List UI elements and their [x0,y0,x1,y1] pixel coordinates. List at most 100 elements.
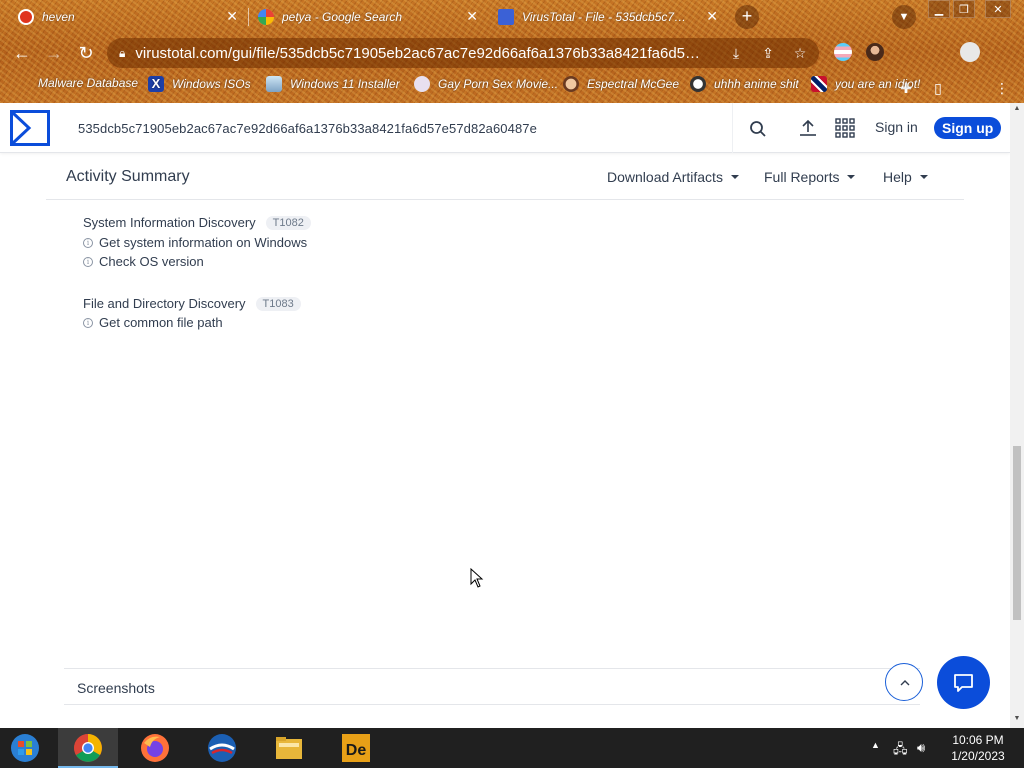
bookmark-malware-database[interactable]: Malware Database [38,76,138,90]
install-app-icon[interactable]: ⤓ [727,44,745,62]
share-icon[interactable]: ⇪ [759,44,777,62]
x-logo-icon: X [148,76,164,92]
screenshots-section[interactable]: Screenshots [64,668,920,705]
page-scrollbar[interactable]: ▲ ▼ [1010,103,1024,728]
caret-down-icon [730,175,739,179]
window-close-button[interactable]: ✕ [985,0,1011,18]
technique-heading: System Information Discovery T1082 [83,214,311,230]
network-icon[interactable]: 🖧 [893,740,908,762]
apps-grid-icon[interactable] [835,118,855,138]
red-app-icon [18,9,34,25]
webpage: 535dcb5c71905eb2ac67ac7e92d66af6a1376b33… [0,103,1010,728]
de-app-icon: De [342,734,370,762]
taskbar-file-explorer[interactable] [259,728,319,768]
reload-button[interactable]: ↻ [74,41,98,65]
tray-chevron-up-icon[interactable]: ▲ [871,740,880,750]
technique-name: System Information Discovery [83,215,256,231]
tab-divider [248,8,249,26]
address-bar[interactable]: 🔒︎ virustotal.com/gui/file/535dcb5c71905… [107,38,819,68]
extension-flag-icon[interactable] [834,43,852,61]
info-icon[interactable]: i [83,237,93,248]
section-title: Activity Summary [66,168,190,185]
bookmark-anime[interactable]: uhhh anime shit [690,76,799,92]
behavior-text: Check OS version [99,254,204,269]
restore-button[interactable]: ❐ [953,0,975,18]
taskbar-chrome[interactable] [58,728,118,768]
search-value: 535dcb5c71905eb2ac67ac7e92d66af6a1376b33… [78,120,537,136]
browser-chrome: heven ✕ petya - Google Search ✕ VirusTot… [0,0,1024,103]
scrollbar-thumb[interactable] [1013,446,1021,620]
back-button[interactable]: ← [10,41,34,65]
minimize-button[interactable]: ▁ [928,0,950,18]
site-icon [414,76,430,92]
technique-heading: File and Directory Discovery T1083 [83,295,301,311]
caret-down-icon [847,175,856,179]
caret-down-icon [919,175,928,179]
windows-logo-icon [11,734,39,762]
bookmark-label: you are an idiot! [835,77,921,91]
bookmarks-bar: Malware Database X Windows ISOs Windows … [0,72,1024,98]
tab-search-button[interactable]: ▼ [892,5,916,29]
taskbar-firefox[interactable] [125,728,185,768]
scroll-down-arrow-icon[interactable]: ▼ [1013,715,1021,722]
vt-header: 535dcb5c71905eb2ac67ac7e92d66af6a1376b33… [0,103,1010,153]
extension-avatar-icon[interactable] [866,43,884,61]
avatar-icon [563,76,579,92]
bookmark-windows-isos[interactable]: X Windows ISOs [148,76,251,92]
bookmark-windows-11-installer[interactable]: Windows 11 Installer [266,76,400,92]
chrome-icon [74,734,102,762]
upload-icon[interactable] [798,118,818,138]
taskbar: De ▲ 🖧 🔊︎ 10:06 PM 1/20/2023 [0,728,1024,768]
search-icon[interactable] [732,103,782,153]
menu-label: Full Reports [764,169,840,185]
folder-icon [276,737,302,759]
info-icon[interactable]: i [83,256,93,267]
new-tab-button[interactable]: + [735,5,759,29]
tab-virustotal[interactable]: VirusTotal - File - 535dcb5c7190 ✕ [490,2,726,32]
system-clock[interactable]: 10:06 PM 1/20/2023 [940,732,1016,764]
sign-in-link[interactable]: Sign in [875,119,918,135]
lock-icon: 🔒︎ [119,45,126,60]
bookmark-movie[interactable]: Gay Porn Sex Movie... [414,76,558,92]
close-icon[interactable]: ✕ [226,8,238,25]
chat-button[interactable] [937,656,990,709]
close-icon[interactable]: ✕ [706,8,718,25]
behavior-item: i Check OS version [83,254,204,269]
chat-bubble-icon [954,674,973,692]
info-icon[interactable]: i [83,317,93,328]
bookmark-you-are-an-idiot[interactable]: you are an idiot! [811,76,920,92]
technique-id-badge[interactable]: T1083 [255,296,301,311]
help-menu[interactable]: Help [883,169,928,185]
behavior-item: i Get common file path [83,315,223,330]
volume-icon[interactable]: 🔊︎ [917,740,925,756]
taskbar-campaign-app[interactable] [192,728,252,768]
taskbar-de-app[interactable]: De [326,728,386,768]
image-icon [266,76,282,92]
scroll-to-top-button[interactable] [885,663,923,701]
technique-name: File and Directory Discovery [83,296,246,312]
clock-date: 1/20/2023 [951,749,1005,763]
close-icon[interactable]: ✕ [466,8,478,25]
scroll-up-arrow-icon[interactable]: ▲ [1013,105,1021,112]
menu-label: Help [883,169,912,185]
bookmark-espectral-mcgee[interactable]: Espectral McGee [563,76,679,92]
bookmark-star-icon[interactable]: ☆ [791,44,809,62]
tab-strip: heven ✕ petya - Google Search ✕ VirusTot… [0,0,1024,34]
tab-title: heven [42,10,75,24]
hash-search-input[interactable]: 535dcb5c71905eb2ac67ac7e92d66af6a1376b33… [62,103,732,153]
anime-face-icon [690,76,706,92]
firefox-icon [141,734,169,762]
full-reports-menu[interactable]: Full Reports [764,169,856,185]
behavior-item: i Get system information on Windows [83,235,307,250]
virustotal-logo-icon[interactable] [10,110,50,146]
start-button[interactable] [0,728,55,768]
bookmark-label: Malware Database [38,76,139,90]
tab-heven[interactable]: heven ✕ [10,2,246,32]
browser-toolbar: ← → ↻ 🔒︎ virustotal.com/gui/file/535dcb5… [0,36,1024,96]
forward-button[interactable]: → [42,41,66,65]
technique-id-badge[interactable]: T1082 [265,215,311,230]
sign-up-button[interactable]: Sign up [934,117,1002,139]
download-artifacts-menu[interactable]: Download Artifacts [607,169,739,185]
profile-avatar-icon[interactable] [960,42,980,62]
tab-google-search[interactable]: petya - Google Search ✕ [250,2,486,32]
